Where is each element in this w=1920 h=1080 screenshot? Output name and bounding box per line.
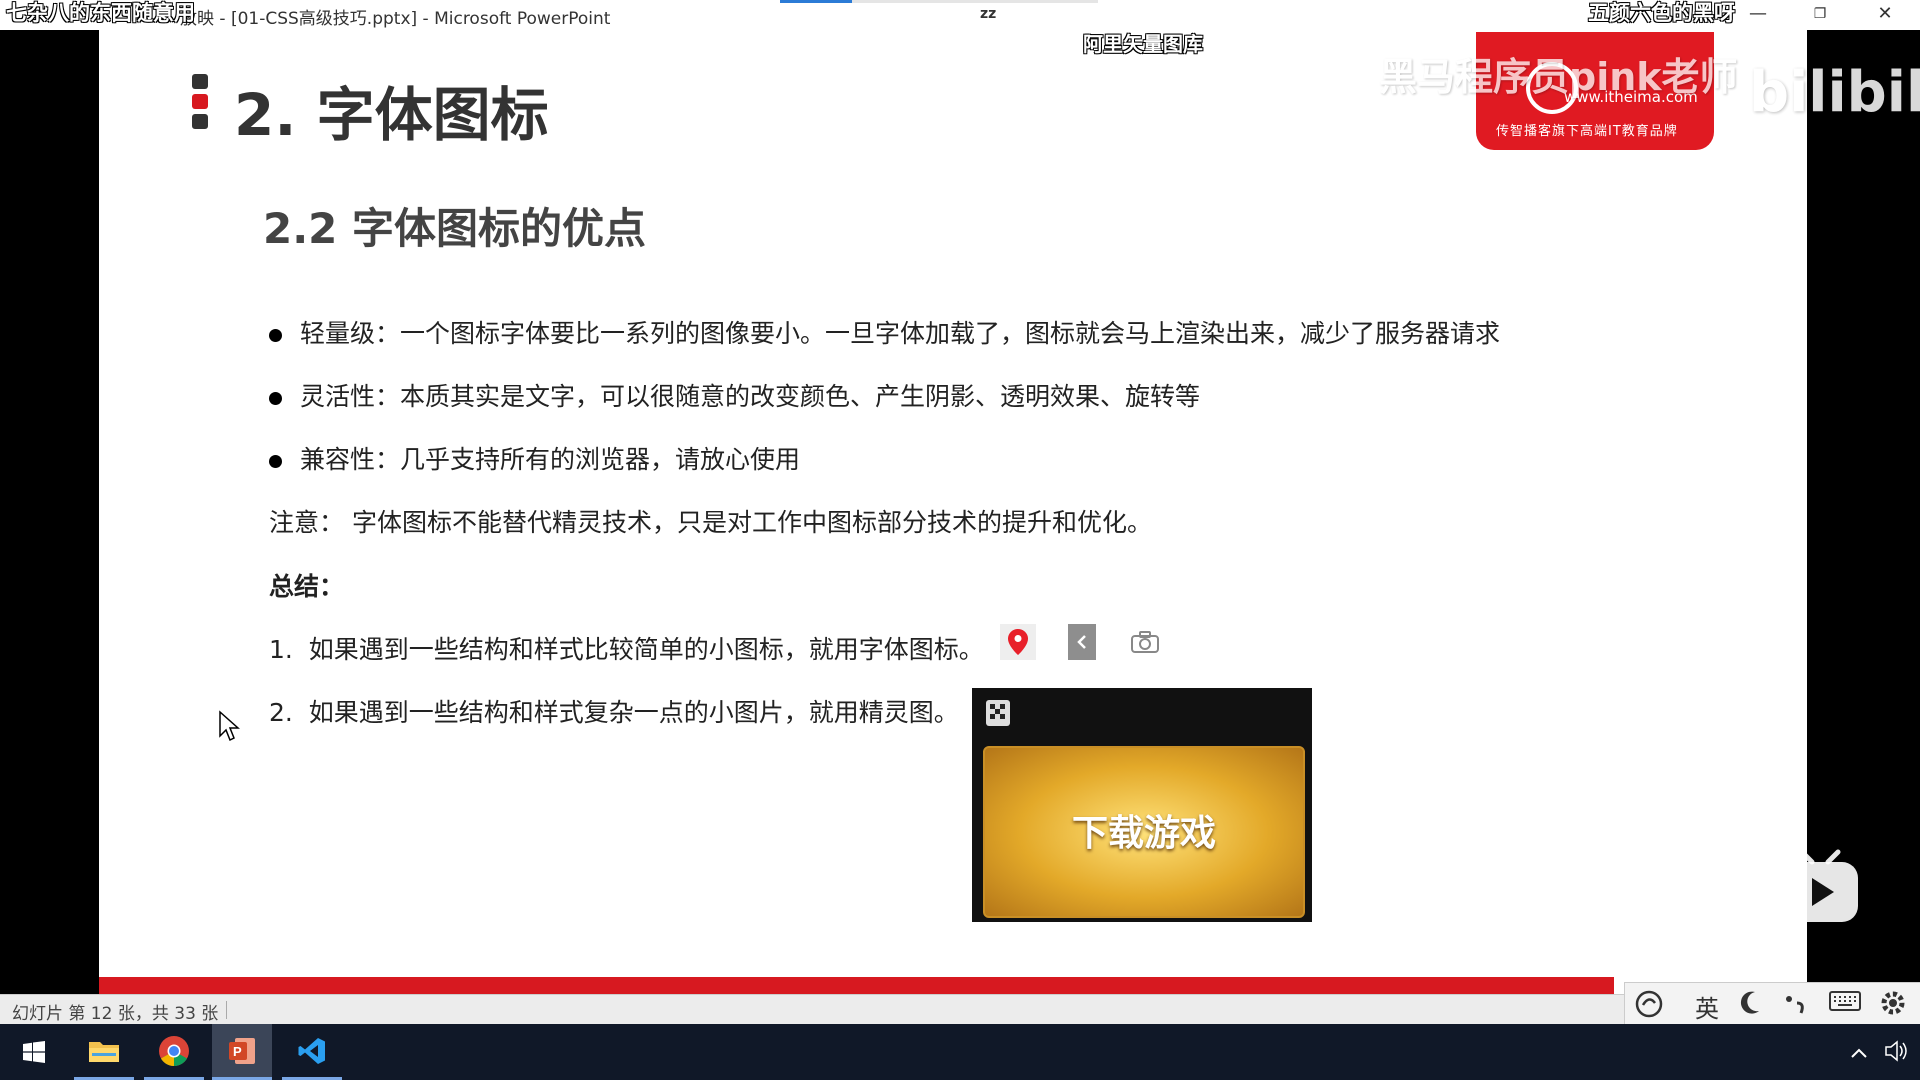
location-pin-icon bbox=[1000, 624, 1036, 660]
punctuation-icon[interactable] bbox=[1783, 989, 1811, 1023]
ime-lang-toggle[interactable]: 英 bbox=[1695, 989, 1719, 1024]
slide-counter: 幻灯片 第 12 张，共 33 张 bbox=[12, 1004, 219, 1024]
vscode-icon[interactable] bbox=[282, 1024, 342, 1080]
mouse-cursor-icon bbox=[219, 710, 240, 742]
file-explorer-icon[interactable] bbox=[74, 1024, 134, 1080]
volume-icon[interactable] bbox=[1884, 1040, 1910, 1067]
camera-icon bbox=[1127, 624, 1163, 660]
slide-canvas: 阿里矢量图库 2. 字体图标 www.itheima.com 传智播客旗下高端I… bbox=[99, 30, 1920, 994]
minimize-button[interactable]: — bbox=[1735, 0, 1781, 30]
sprite-example-image: 下载游戏 bbox=[972, 688, 1312, 922]
keyboard-icon[interactable] bbox=[1829, 989, 1861, 1019]
stream-overlay-right: 五颜六色的黑呀 bbox=[1588, 1, 1735, 25]
video-progress-played bbox=[780, 0, 852, 3]
video-progress-remaining bbox=[852, 0, 1098, 3]
close-button[interactable]: ✕ bbox=[1862, 0, 1908, 30]
zz-icon: zz bbox=[980, 6, 997, 22]
summary-item: 1. 如果遇到一些结构和样式比较简单的小图标，就用字体图标。 bbox=[269, 635, 984, 664]
restore-button[interactable]: ❐ bbox=[1797, 0, 1843, 30]
chrome-icon[interactable] bbox=[144, 1024, 204, 1080]
summary-label: 总结： bbox=[269, 572, 345, 601]
stream-overlay-left: 七杂八的东西随意用 bbox=[6, 1, 195, 25]
gear-icon[interactable] bbox=[1879, 989, 1907, 1023]
race-flag-icon bbox=[986, 700, 1010, 726]
bullet-item: 兼容性：几乎支持所有的浏览器，请放心使用 bbox=[269, 440, 800, 476]
logo-tagline: 传智播客旗下高端IT教育品牌 bbox=[1496, 124, 1678, 139]
moon-icon[interactable] bbox=[1739, 989, 1763, 1023]
windows-start-icon[interactable] bbox=[4, 1024, 64, 1080]
window-title: 放映 - [01-CSS高级技巧.pptx] - Microsoft Power… bbox=[180, 9, 611, 29]
statusbar-divider bbox=[226, 1001, 227, 1019]
title-marker-bottom bbox=[192, 114, 208, 129]
window-titlebar: 放映 - [01-CSS高级技巧.pptx] - Microsoft Power… bbox=[0, 0, 1920, 30]
chevron-left-icon bbox=[1068, 624, 1096, 660]
chevron-up-icon[interactable] bbox=[1850, 1040, 1868, 1064]
bullet-dot-icon bbox=[269, 454, 282, 468]
powerpoint-icon[interactable]: P bbox=[212, 1024, 272, 1080]
title-marker-mid bbox=[192, 94, 208, 109]
bilibili-logo: bilibili bbox=[1749, 60, 1920, 125]
ime-toolbar: 英 bbox=[1624, 982, 1920, 1026]
watermark: 黑马程序员pink老师 bbox=[1379, 55, 1738, 99]
note-text: 注意： 字体图标不能替代精灵技术，只是对工作中图标部分技术的提升和优化。 bbox=[269, 508, 1152, 537]
ali-icon-library-label: 阿里矢量图库 bbox=[1083, 32, 1203, 56]
section-subtitle: 2.2 字体图标的优点 bbox=[263, 204, 647, 253]
svg-text:P: P bbox=[233, 1044, 242, 1059]
windows-taskbar: P bbox=[0, 1024, 1920, 1080]
bilibili-play-icon[interactable] bbox=[1780, 848, 1860, 928]
slide-title: 2. 字体图标 bbox=[234, 81, 549, 149]
bullet-dot-icon bbox=[269, 328, 282, 342]
download-game-banner: 下载游戏 bbox=[983, 746, 1305, 918]
bullet-dot-icon bbox=[269, 391, 282, 405]
bullet-item: 轻量级：一个图标字体要比一系列的图像要小。一旦字体加载了，图标就会马上渲染出来，… bbox=[269, 314, 1500, 350]
summary-item: 2. 如果遇到一些结构和样式复杂一点的小图片，就用精灵图。 bbox=[269, 698, 959, 727]
ime-logo-icon[interactable] bbox=[1633, 989, 1669, 1025]
slide-footer-bar bbox=[99, 977, 1614, 994]
bullet-item: 灵活性：本质其实是文字，可以很随意的改变颜色、产生阴影、透明效果、旋转等 bbox=[269, 377, 1200, 413]
title-marker-top bbox=[192, 74, 208, 89]
